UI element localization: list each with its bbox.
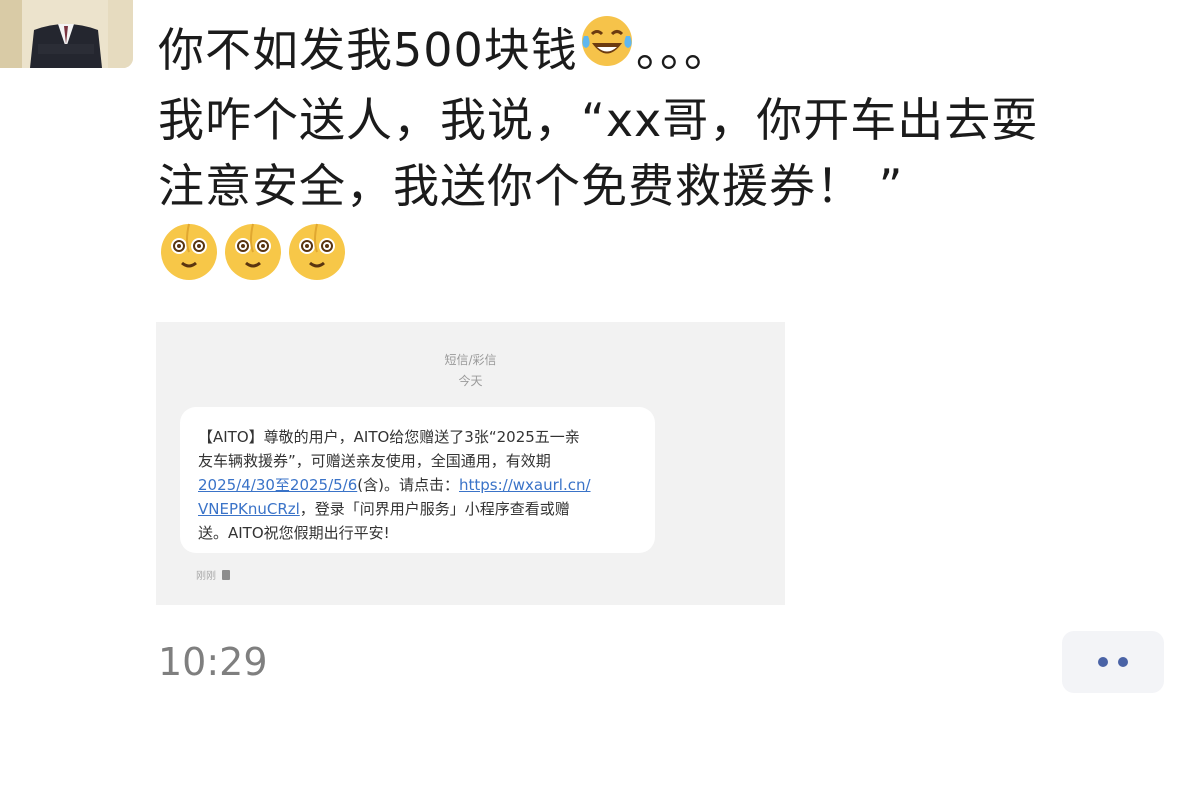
sms-line: 送。AITO祝您假期出行平安! [198,524,390,542]
post-line-3: 注意安全，我送你个免费救援券！ ” [158,159,904,213]
emoji-row [158,221,1178,300]
sms-sent-time: 刚刚 [196,571,216,582]
post-timestamp: 10:29 [158,640,268,684]
post-line-2: 我咋个送人，我说，“xx哥，你开车出去耍 [158,93,1039,147]
avatar-image [0,0,133,68]
sms-url-link[interactable]: https://wxaurl.cn/ [459,476,591,494]
face-with-tears-of-joy-icon [578,12,636,87]
sms-line: 2025/4/30至2025/5/6(含)。请点击：https://wxaurl… [198,473,655,497]
dizzy-face-icon [286,221,348,300]
sms-date-range-link[interactable]: 2025/4/30至2025/5/6 [198,476,357,494]
more-dots-icon [1098,657,1108,667]
sms-screenshot-image[interactable]: 短信/彩信 今天 【AITO】尊敬的用户，AITO给您赠送了3张“2025五一亲… [156,322,785,605]
post-line-1-tail: 。。。 [635,22,731,77]
sms-line: 友车辆救援券”，可赠送亲友使用，全国通用，有效期 [198,452,551,470]
sms-text: ，登录「问界用户服务」小程序查看或赠 [299,500,570,518]
more-button[interactable] [1062,631,1164,693]
sms-message-bubble: 【AITO】尊敬的用户，AITO给您赠送了3张“2025五一亲 友车辆救援券”，… [180,407,655,553]
dizzy-face-icon [222,221,284,300]
post-line-1-text: 你不如发我500块钱 [158,22,578,77]
post-line-1: 你不如发我500块钱 。。。 [158,12,1178,87]
sms-line: VNEPKnuCRzl，登录「问界用户服务」小程序查看或赠 [198,497,655,521]
avatar[interactable] [0,0,133,68]
sms-footer: 刚刚 [196,567,230,582]
sms-url-link-cont[interactable]: VNEPKnuCRzl [198,500,300,518]
sms-channel-label: 短信/彩信 [444,353,497,367]
sms-text: (含)。请点击： [357,476,459,494]
more-dots-icon [1118,657,1128,667]
sim-card-icon [222,569,230,580]
dizzy-face-icon [158,221,220,300]
post-message: 你不如发我500块钱 。。。 我咋个送人，我说，“xx哥，你开车出去耍 注意安全… [158,12,1178,300]
sms-line: 【AITO】尊敬的用户，AITO给您赠送了3张“2025五一亲 [198,428,580,446]
sms-date-label: 今天 [458,374,483,388]
